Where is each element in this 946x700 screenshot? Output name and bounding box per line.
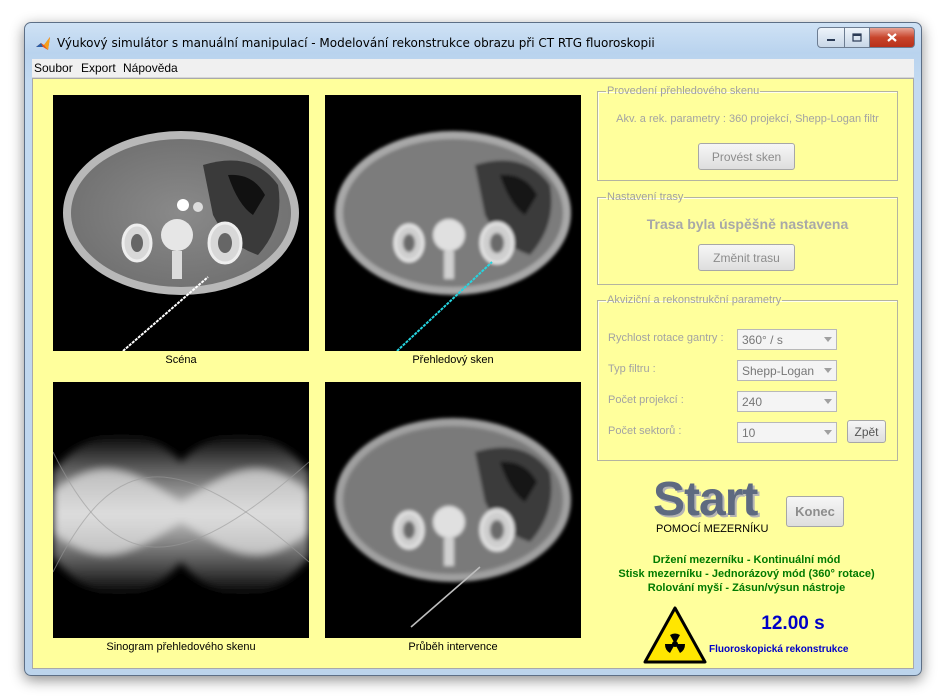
- mode-label: Fluoroskopická rekonstrukce: [709, 644, 849, 655]
- menu-soubor[interactable]: Soubor: [34, 61, 73, 75]
- instruction-hold: Držení mezerníku - Kontinuální mód: [652, 554, 841, 566]
- title-bar[interactable]: Výukový simulátor s manuální manipulací …: [25, 23, 921, 59]
- ct-scan-intervention: [335, 418, 571, 628]
- chevron-down-icon: [824, 430, 832, 435]
- intervention-image[interactable]: [325, 382, 581, 638]
- menu-napoveda[interactable]: Nápověda: [123, 61, 178, 75]
- overview-caption: Přehledový sken: [412, 354, 494, 366]
- end-button[interactable]: Konec: [786, 496, 844, 527]
- instruction-press: Stisk mezerníku - Jednorázový mód (360° …: [618, 568, 875, 580]
- start-control[interactable]: Start POMOCÍ MEZERNÍKU: [653, 473, 768, 537]
- start-label: Start: [653, 473, 758, 526]
- sinogram-image[interactable]: [53, 382, 309, 638]
- sinogram-caption: Sinogram přehledového skenu: [106, 641, 256, 653]
- start-sublabel: POMOCÍ MEZERNÍKU: [656, 523, 769, 535]
- minimize-button[interactable]: [817, 27, 845, 48]
- timer-display: 12.00 s: [761, 613, 825, 634]
- intervention-caption: Průběh intervence: [408, 641, 498, 653]
- maximize-icon: [852, 33, 862, 42]
- overview-scan-image[interactable]: [325, 95, 581, 351]
- window-title: Výukový simulátor s manuální manipulací …: [57, 36, 655, 50]
- projections-label: Počet projekcí :: [608, 394, 684, 406]
- perform-scan-button[interactable]: Provést sken: [698, 143, 795, 170]
- path-group: Nastavení trasy Trasa byla úspěšně nasta…: [597, 191, 898, 285]
- path-group-legend: Nastavení trasy: [607, 191, 684, 203]
- projections-select[interactable]: 240: [737, 391, 837, 412]
- filter-type-select[interactable]: Shepp-Logan: [737, 360, 837, 381]
- menu-bar: Soubor Export Nápověda: [32, 59, 914, 78]
- path-status: Trasa byla úspěšně nastavena: [646, 216, 849, 232]
- maximize-button[interactable]: [845, 27, 870, 48]
- chevron-down-icon: [824, 337, 832, 342]
- minimize-icon: [827, 38, 835, 41]
- filter-type-label: Typ filtru :: [608, 363, 656, 375]
- ct-scan-scene: [63, 131, 299, 351]
- chevron-down-icon: [824, 368, 832, 373]
- instructions: Držení mezerníku - Kontinuální mód Stisk…: [597, 553, 896, 595]
- scan-group-legend: Provedení přehledového skenu: [607, 85, 760, 97]
- sinogram-plot: [53, 433, 309, 596]
- scan-params-info: Akv. a rek. parametry : 360 projekcí, Sh…: [616, 113, 879, 125]
- instruction-scroll: Rolování myší - Zásun/výsun nástroje: [647, 582, 846, 594]
- gantry-speed-label: Rychlost rotace gantry :: [608, 332, 724, 344]
- gantry-speed-value: 360° / s: [742, 333, 783, 347]
- projections-value: 240: [742, 395, 763, 409]
- radiation-warning-icon: [643, 606, 707, 664]
- scan-group: Provedení přehledového skenu Akv. a rek.…: [597, 85, 898, 181]
- close-icon: [887, 33, 897, 42]
- gantry-speed-select[interactable]: 360° / s: [737, 329, 837, 350]
- chevron-down-icon: [824, 399, 832, 404]
- params-group-legend: Akviziční a rekonstrukční parametry: [607, 294, 782, 306]
- filter-type-value: Shepp-Logan: [742, 364, 815, 378]
- back-button[interactable]: Zpět: [847, 420, 886, 443]
- matlab-icon: [36, 37, 50, 50]
- change-path-button[interactable]: Změnit trasu: [698, 244, 795, 271]
- scene-caption: Scéna: [165, 354, 197, 366]
- main-panel: Scéna Přehledový sken Sinogram přehledov…: [32, 78, 914, 669]
- sectors-value: 10: [742, 426, 756, 440]
- sectors-select[interactable]: 10: [737, 422, 837, 443]
- app-window: Výukový simulátor s manuální manipulací …: [24, 22, 922, 676]
- sectors-label: Počet sektorů :: [608, 425, 682, 437]
- ct-scan-overview: [335, 131, 571, 351]
- scene-image[interactable]: [53, 95, 309, 351]
- menu-export[interactable]: Export: [81, 61, 116, 75]
- params-group: Akviziční a rekonstrukční parametry Rych…: [597, 294, 898, 461]
- close-button[interactable]: [870, 27, 915, 48]
